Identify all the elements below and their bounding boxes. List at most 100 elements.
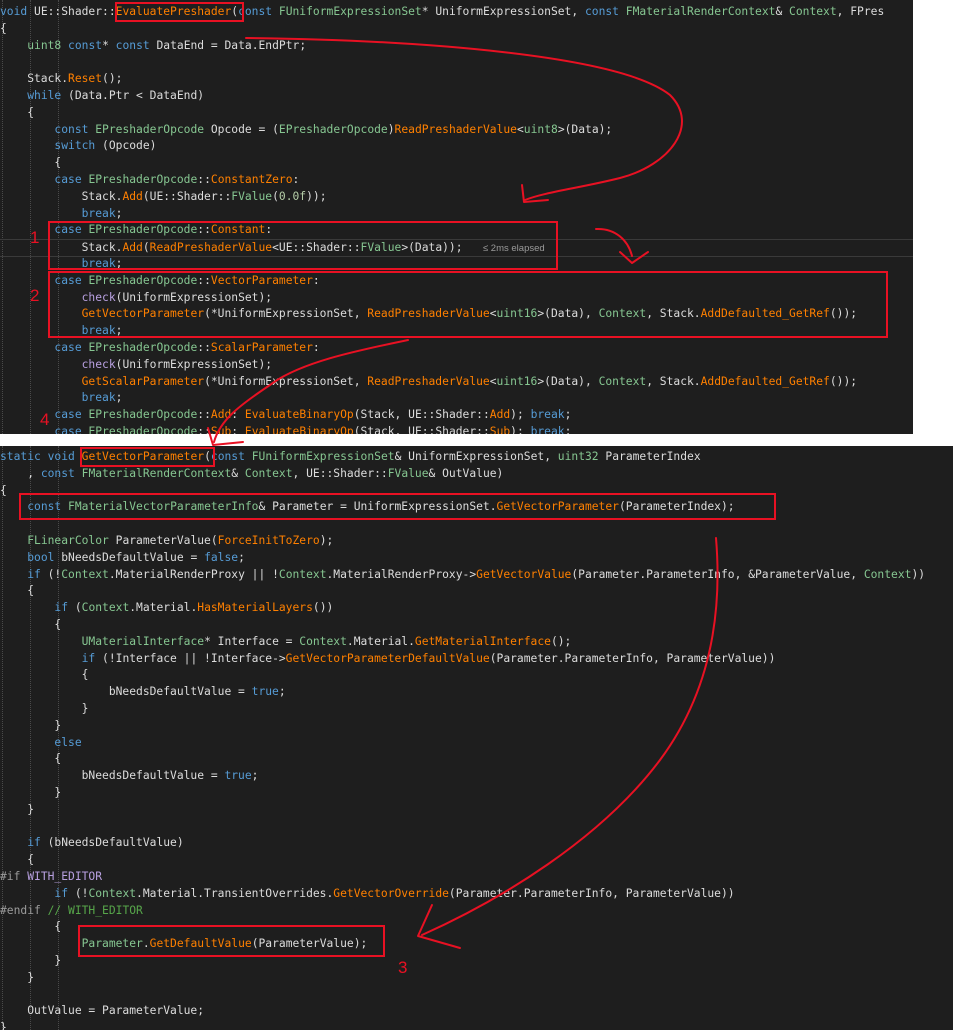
code-token: break <box>81 391 116 405</box>
code-token: EPreshaderOpcode <box>95 122 205 136</box>
code-line[interactable]: UMaterialInterface* Interface = Context.… <box>0 634 572 650</box>
code-token: ( <box>68 601 82 615</box>
code-token: )); <box>306 189 327 203</box>
code-token: } <box>0 954 62 967</box>
code-token: Sub <box>489 425 511 434</box>
code-token: case <box>54 173 82 186</box>
code-line[interactable]: case EPreshaderOpcode::Add: EvaluateBina… <box>0 407 571 423</box>
code-line[interactable]: GetScalarParameter(*UniformExpressionSet… <box>0 374 857 390</box>
code-line[interactable]: FLinearColor ParameterValue(ForceInitToZ… <box>0 533 333 549</box>
code-token: switch <box>54 139 96 153</box>
code-token: UE::Shader:: <box>27 5 116 18</box>
code-token: .MaterialRenderProxy-> <box>326 567 477 581</box>
code-line[interactable]: , const FMaterialRenderContext& Context,… <box>0 466 503 482</box>
code-token: (); <box>550 634 572 648</box>
code-line[interactable]: if (bNeedsDefaultValue) <box>0 835 183 851</box>
code-editor-evaluate-preshader[interactable]: void UE::Shader::EvaluatePreshader(const… <box>0 0 913 434</box>
code-line[interactable]: else <box>0 735 81 751</box>
code-line[interactable]: case EPreshaderOpcode::ScalarParameter: <box>0 340 319 356</box>
code-token: Reset <box>68 72 103 86</box>
code-token: ); <box>319 534 334 547</box>
code-token: EvaluateBinaryOp <box>244 408 354 422</box>
code-line[interactable]: bNeedsDefaultValue = true; <box>0 684 286 700</box>
code-line[interactable]: if (!Context.MaterialRenderProxy || !Con… <box>0 567 925 583</box>
code-token: while <box>27 89 62 102</box>
code-token: void <box>47 450 75 463</box>
code-token: < <box>489 374 497 388</box>
annotation-box-vector-parameter-case <box>48 271 888 338</box>
code-token: FLinearColor <box>27 534 109 547</box>
code-token: & OutValue) <box>428 466 504 480</box>
code-token: >(Data), <box>537 374 599 388</box>
code-line[interactable]: { <box>0 155 61 171</box>
code-line[interactable]: while (Data.Ptr < DataEnd) <box>0 88 204 104</box>
code-line[interactable]: case EPreshaderOpcode::ConstantZero: <box>0 172 299 188</box>
code-token: :: <box>197 408 211 422</box>
code-token: : <box>292 173 300 186</box>
code-line[interactable]: } <box>0 785 61 801</box>
code-line[interactable]: if (!Interface || !Interface->GetVectorP… <box>0 651 776 667</box>
code-token: bNeedsDefaultValue = <box>0 769 225 783</box>
code-line[interactable]: { <box>0 583 34 599</box>
code-line[interactable]: { <box>0 483 7 499</box>
code-line[interactable]: { <box>0 667 89 683</box>
code-line[interactable]: #if WITH_EDITOR <box>0 869 102 885</box>
code-line[interactable]: const EPreshaderOpcode Opcode = (EPresha… <box>0 122 612 138</box>
code-line[interactable]: } <box>0 953 61 969</box>
code-token: Add <box>489 408 511 422</box>
code-token: * <box>102 38 116 52</box>
code-line[interactable]: bool bNeedsDefaultValue = false; <box>0 550 245 566</box>
code-token: const <box>40 466 75 480</box>
code-token: (Parameter.ParameterInfo, &ParameterValu… <box>571 567 864 581</box>
code-line[interactable]: case EPreshaderOpcode::Sub: EvaluateBina… <box>0 424 571 434</box>
code-line[interactable]: { <box>0 852 34 868</box>
code-line[interactable]: if (!Context.Material.TransientOverrides… <box>0 886 735 902</box>
code-line[interactable]: break; <box>0 390 123 406</box>
code-token: HasMaterialLayers <box>197 601 313 615</box>
code-token: (! <box>68 886 89 900</box>
code-line[interactable]: } <box>0 970 34 986</box>
code-line[interactable]: Stack.Reset(); <box>0 71 122 87</box>
code-line[interactable]: { <box>0 751 61 767</box>
code-token: break <box>530 408 565 422</box>
code-line[interactable]: #endif // WITH_EDITOR <box>0 903 143 919</box>
code-line[interactable]: } <box>0 802 34 818</box>
code-token: AddDefaulted_GetRef <box>700 374 830 388</box>
code-line[interactable]: { <box>0 617 61 633</box>
code-token: { <box>0 483 7 497</box>
code-line[interactable]: break; <box>0 206 123 222</box>
annotation-box-get-vector-parameter <box>80 447 215 467</box>
code-line[interactable]: if (Context.Material.HasMaterialLayers()… <box>0 600 333 616</box>
code-line[interactable]: Stack.Add(UE::Shader::FValue(0.0f)); <box>0 189 327 205</box>
code-line[interactable]: { <box>0 21 7 37</box>
code-token: FValue <box>231 189 273 203</box>
code-token: (Parameter.ParameterInfo, ParameterValue… <box>448 886 735 900</box>
code-token: : <box>231 425 245 434</box>
annotation-box-get-default-value <box>78 925 385 957</box>
code-token: FUniformExpressionSet <box>251 450 395 463</box>
code-token: uint32 <box>557 450 599 463</box>
code-line[interactable]: OutValue = ParameterValue; <box>0 1003 204 1019</box>
code-token: & <box>231 466 245 480</box>
code-token: , UE::Shader:: <box>292 466 388 480</box>
code-line[interactable]: bNeedsDefaultValue = true; <box>0 768 259 784</box>
code-line[interactable]: uint8 const* const DataEnd = Data.EndPtr… <box>0 38 306 54</box>
code-line[interactable]: } <box>0 1020 7 1030</box>
code-token: true <box>251 685 279 699</box>
code-line[interactable]: switch (Opcode) <box>0 138 156 154</box>
code-token: if <box>27 567 41 581</box>
code-line[interactable]: } <box>0 718 61 734</box>
code-line[interactable]: } <box>0 701 89 717</box>
code-line[interactable]: { <box>0 105 34 121</box>
code-line[interactable]: { <box>0 919 61 935</box>
code-line[interactable]: check(UniformExpressionSet); <box>0 357 272 373</box>
code-token: GetVectorParameterDefaultValue <box>285 651 490 665</box>
